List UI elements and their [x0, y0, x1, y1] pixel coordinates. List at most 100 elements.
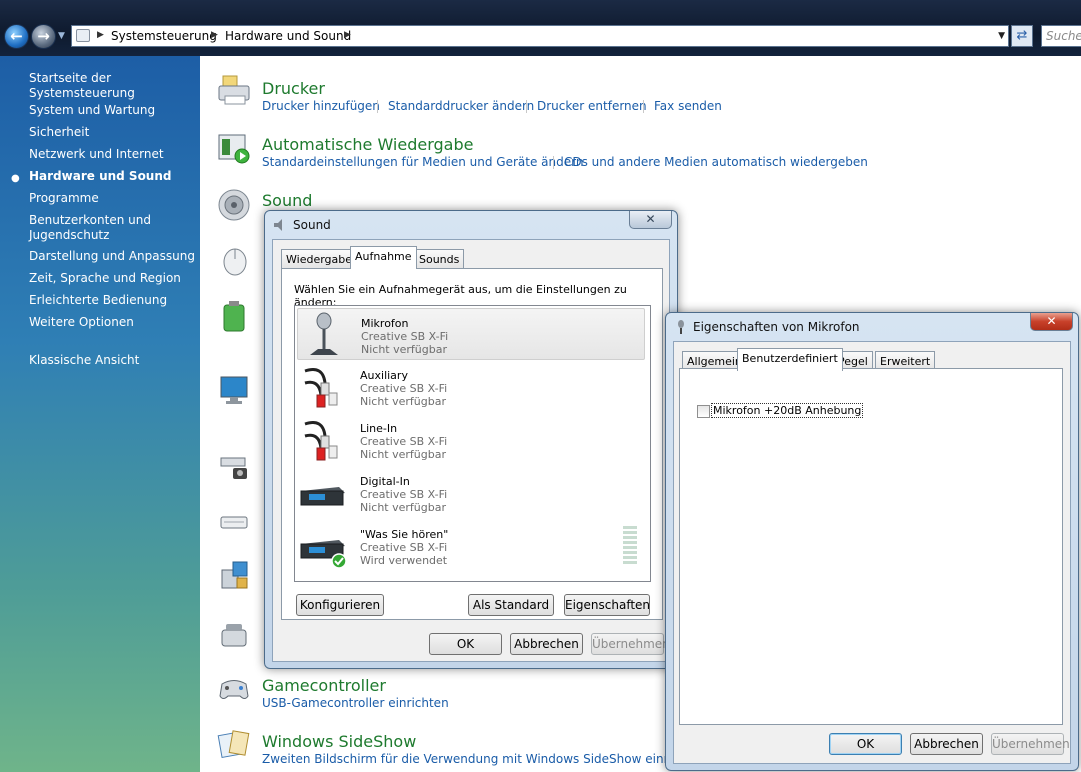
- configure-button[interactable]: Konfigurieren: [296, 594, 384, 616]
- dialog-title: Eigenschaften von Mikrofon: [693, 320, 860, 334]
- search-input[interactable]: Suchen: [1041, 25, 1081, 47]
- microphone-icon: [310, 312, 338, 355]
- properties-button[interactable]: Eigenschaften: [564, 594, 650, 616]
- device-name: Auxiliary: [360, 369, 408, 382]
- explorer-toolbar: ← → ▼ ▶ Systemsteuerung ▶ Hardware und S…: [0, 0, 1081, 56]
- device-status: Nicht verfügbar: [361, 343, 447, 356]
- cancel-button[interactable]: Abbrechen: [910, 733, 983, 755]
- sidebar-item-system-und-wartung[interactable]: System und Wartung: [29, 103, 155, 118]
- device-card: Creative SB X-Fi: [360, 382, 448, 395]
- refresh-button[interactable]: ⇄: [1011, 25, 1033, 47]
- level-meter: [623, 526, 637, 564]
- mic-properties-dialog: Eigenschaften von Mikrofon ✕ Allgemein B…: [665, 312, 1079, 771]
- device-card: Creative SB X-Fi: [360, 435, 448, 448]
- sideshow-icon: [217, 730, 250, 758]
- phone-modem-icon: [221, 624, 247, 647]
- sidebar-item-benutzerkonten[interactable]: Benutzerkonten und Jugendschutz: [29, 213, 159, 243]
- breadcrumb-item-systemsteuerung[interactable]: Systemsteuerung: [111, 29, 217, 43]
- device-status: Nicht verfügbar: [360, 501, 446, 514]
- link-separator: [377, 100, 378, 113]
- link-sideshow-einrichten[interactable]: Zweiten Bildschirm für die Verwendung mi…: [262, 752, 706, 766]
- sidebar-item-hardware-und-sound[interactable]: Hardware und Sound: [29, 169, 171, 184]
- device-name: Mikrofon: [361, 317, 409, 330]
- sidebar-item-sicherheit[interactable]: Sicherheit: [29, 125, 89, 140]
- sound-dialog: Sound ✕ Wiedergabe Aufnahme Sounds Wähle…: [264, 210, 678, 669]
- breadcrumb-separator-icon: ▶: [97, 30, 104, 40]
- device-item-was-sie-hoeren[interactable]: "Was Sie hören" Creative SB X-Fi Wird ve…: [297, 520, 645, 572]
- link-separator: [553, 156, 554, 169]
- power-options-icon: [223, 301, 245, 332]
- boost-checkbox-label[interactable]: Mikrofon +20dB Anhebung: [710, 403, 864, 418]
- device-card: Creative SB X-Fi: [360, 488, 448, 501]
- active-bullet-icon: ●: [11, 173, 20, 184]
- ok-button[interactable]: OK: [429, 633, 502, 655]
- device-card: Creative SB X-Fi: [360, 541, 448, 554]
- link-cds-automatisch[interactable]: CDs und andere Medien automatisch wieder…: [564, 155, 868, 169]
- breadcrumb-item-hardware-und-sound[interactable]: Hardware und Sound: [225, 29, 351, 43]
- breadcrumb-separator-icon[interactable]: ▶: [211, 30, 218, 40]
- close-icon: ✕: [1046, 314, 1057, 328]
- boost-checkbox[interactable]: [697, 405, 710, 418]
- address-bar[interactable]: ▶ Systemsteuerung ▶ Hardware und Sound ▶…: [71, 25, 1009, 47]
- sidebar-item-zeit-sprache[interactable]: Zeit, Sprache und Region: [29, 271, 181, 286]
- sidebar-item-programme[interactable]: Programme: [29, 191, 99, 206]
- scanner-camera-icon: [220, 457, 247, 479]
- category-title-sideshow[interactable]: Windows SideShow: [262, 732, 416, 751]
- tab-sounds[interactable]: Sounds: [414, 249, 465, 269]
- arrow-right-icon: →: [37, 27, 50, 45]
- control-panel-icon: [76, 29, 90, 42]
- tab-benutzerdefiniert[interactable]: Benutzerdefiniert: [737, 348, 843, 371]
- device-status: Nicht verfügbar: [360, 395, 446, 408]
- forward-button[interactable]: →: [31, 24, 56, 49]
- set-default-button[interactable]: Als Standard: [468, 594, 554, 616]
- sidebar-item-klassische-ansicht[interactable]: Klassische Ansicht: [29, 353, 139, 368]
- tab-wiedergabe[interactable]: Wiedergabe: [281, 249, 358, 269]
- link-fax-senden[interactable]: Fax senden: [654, 99, 722, 113]
- device-status: Nicht verfügbar: [360, 448, 446, 461]
- dialog-title: Sound: [293, 218, 331, 232]
- printer-icon: [218, 75, 250, 105]
- category-title-gamecontroller[interactable]: Gamecontroller: [262, 676, 386, 695]
- sidebar-item-startseite[interactable]: Startseite der Systemsteuerung: [29, 71, 200, 101]
- link-standardeinstellungen-medien[interactable]: Standardeinstellungen für Medien und Ger…: [262, 155, 583, 169]
- tab-aufnahme[interactable]: Aufnahme: [350, 246, 417, 269]
- tab-panel-aufnahme: Wählen Sie ein Aufnahmegerät aus, um die…: [281, 268, 663, 620]
- rca-cable-icon: [304, 421, 338, 461]
- cancel-button[interactable]: Abbrechen: [510, 633, 583, 655]
- device-name: Digital-In: [360, 475, 410, 488]
- tab-panel-benutzerdefiniert: Mikrofon +20dB Anhebung: [679, 368, 1063, 725]
- category-title-autoplay[interactable]: Automatische Wiedergabe: [262, 135, 473, 154]
- sidebar-item-erleichterte-bedienung[interactable]: Erleichterte Bedienung: [29, 293, 167, 308]
- device-item-digital-in[interactable]: Digital-In Creative SB X-Fi Nicht verfüg…: [297, 467, 645, 519]
- category-title-sound[interactable]: Sound: [262, 191, 312, 210]
- link-drucker-hinzufuegen[interactable]: Drucker hinzufügen: [262, 99, 380, 113]
- sidebar-item-darstellung[interactable]: Darstellung und Anpassung: [29, 249, 195, 264]
- sidebar: Startseite der Systemsteuerung System un…: [0, 56, 200, 772]
- ok-button[interactable]: OK: [829, 733, 902, 755]
- link-usb-gamecontroller[interactable]: USB-Gamecontroller einrichten: [262, 696, 449, 710]
- sidebar-item-netzwerk[interactable]: Netzwerk und Internet: [29, 147, 164, 162]
- device-name: "Was Sie hören": [360, 528, 449, 541]
- history-dropdown-icon[interactable]: ▼: [58, 31, 65, 41]
- category-title-drucker[interactable]: Drucker: [262, 79, 325, 98]
- device-list: Mikrofon Creative SB X-Fi Nicht verfügba…: [294, 305, 651, 582]
- audio-device-icon: [300, 487, 345, 506]
- dialog-body: Wiedergabe Aufnahme Sounds Wählen Sie ei…: [272, 239, 670, 662]
- back-button[interactable]: ←: [4, 24, 29, 49]
- close-button[interactable]: ✕: [1030, 313, 1073, 331]
- gamepad-icon: [219, 680, 249, 699]
- device-item-mikrofon[interactable]: Mikrofon Creative SB X-Fi Nicht verfügba…: [297, 308, 645, 360]
- arrow-left-icon: ←: [10, 27, 23, 45]
- address-dropdown-icon[interactable]: ▼: [998, 31, 1005, 41]
- link-standarddrucker-aendern[interactable]: Standarddrucker ändern: [388, 99, 534, 113]
- close-button[interactable]: ✕: [629, 211, 672, 229]
- audio-device-default-icon: [300, 540, 347, 569]
- apply-button: Übernehmen: [991, 733, 1070, 755]
- link-drucker-entfernen[interactable]: Drucker entfernen: [537, 99, 647, 113]
- mouse-icon: [223, 248, 247, 276]
- breadcrumb-separator-icon[interactable]: ▶: [344, 30, 351, 40]
- device-item-line-in[interactable]: Line-In Creative SB X-Fi Nicht verfügbar: [297, 414, 645, 466]
- device-item-auxiliary[interactable]: Auxiliary Creative SB X-Fi Nicht verfügb…: [297, 361, 645, 413]
- apply-button: Übernehmen: [591, 633, 670, 655]
- sidebar-item-weitere-optionen[interactable]: Weitere Optionen: [29, 315, 134, 330]
